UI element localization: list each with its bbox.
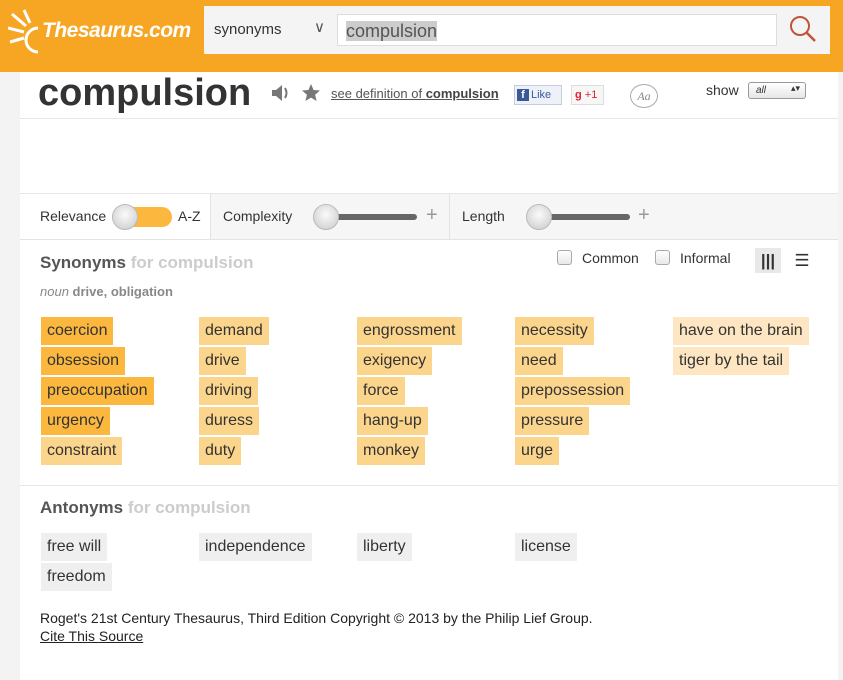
synonym-chip[interactable]: driving bbox=[199, 377, 259, 405]
copyright: Roget's 21st Century Thesaurus, Third Ed… bbox=[40, 610, 593, 626]
google-icon: g bbox=[575, 89, 582, 101]
synonym-chip[interactable]: duty bbox=[199, 437, 242, 465]
synonym-chip[interactable]: urgency bbox=[41, 407, 110, 435]
synonym-chip[interactable]: force bbox=[357, 377, 405, 405]
antonym-chip[interactable]: freedom bbox=[41, 563, 112, 591]
page-title: compulsion bbox=[38, 72, 252, 114]
synonym-chip[interactable]: duress bbox=[199, 407, 260, 435]
search-input[interactable]: compulsion bbox=[337, 14, 777, 46]
main-content: compulsion see definition of compulsion … bbox=[20, 72, 838, 680]
antonym-chip[interactable]: liberty bbox=[357, 533, 412, 561]
column-view-icon[interactable]: ||| bbox=[755, 248, 781, 273]
complexity-slider-handle[interactable] bbox=[313, 204, 339, 230]
search-icon[interactable] bbox=[788, 14, 818, 44]
logo[interactable]: Thesaurus.com bbox=[7, 8, 191, 56]
list-view-icon[interactable]: ☰ bbox=[790, 248, 814, 273]
synonyms-heading: Synonyms for compulsion bbox=[40, 253, 254, 272]
header: Thesaurus.com synonyms ∨ compulsion bbox=[0, 0, 843, 72]
search-bar: synonyms ∨ compulsion bbox=[204, 6, 830, 54]
synonym-chip[interactable]: demand bbox=[199, 317, 269, 345]
ad-area bbox=[20, 118, 838, 194]
logo-text: Thesaurus.com bbox=[42, 19, 191, 42]
chevron-down-icon[interactable]: ∨ bbox=[314, 18, 325, 36]
complexity-label: Complexity bbox=[223, 208, 293, 224]
informal-label: Informal bbox=[680, 250, 731, 266]
synonym-chip[interactable]: engrossment bbox=[357, 317, 462, 345]
plus-icon[interactable]: + bbox=[426, 204, 438, 227]
synonym-chip[interactable]: necessity bbox=[515, 317, 594, 345]
synonym-chip[interactable]: monkey bbox=[357, 437, 426, 465]
synonym-chip[interactable]: have on the brain bbox=[673, 317, 809, 345]
informal-checkbox[interactable] bbox=[655, 250, 670, 265]
length-slider-handle[interactable] bbox=[526, 204, 552, 230]
toggle-knob[interactable] bbox=[112, 204, 138, 230]
synonym-chip[interactable]: obsession bbox=[41, 347, 126, 375]
search-type-select[interactable]: synonyms bbox=[214, 21, 282, 38]
common-label: Common bbox=[582, 250, 639, 266]
sun-rays-icon bbox=[7, 9, 39, 54]
synonym-chip[interactable]: constraint bbox=[41, 437, 123, 465]
synonym-chip[interactable]: hang-up bbox=[357, 407, 428, 435]
show-label: show bbox=[706, 82, 739, 98]
font-size-button[interactable]: Aa bbox=[630, 84, 658, 108]
relevance-label: Relevance bbox=[40, 208, 107, 224]
facebook-like-button[interactable]: f Like bbox=[514, 85, 562, 105]
synonym-chip[interactable]: urge bbox=[515, 437, 560, 465]
google-plus-button[interactable]: g +1 bbox=[571, 85, 604, 105]
common-checkbox[interactable] bbox=[557, 250, 572, 265]
synonym-chip[interactable]: pressure bbox=[515, 407, 590, 435]
filter-bar: Relevance A-Z Complexity + Length + bbox=[20, 194, 838, 240]
az-label: A-Z bbox=[178, 208, 201, 224]
antonyms-heading: Antonyms for compulsion bbox=[40, 498, 251, 517]
length-cell: Length + bbox=[450, 194, 838, 239]
synonym-chip[interactable]: prepossession bbox=[515, 377, 631, 405]
definition-link[interactable]: see definition of compulsion bbox=[331, 86, 499, 101]
star-icon[interactable] bbox=[301, 83, 321, 103]
speaker-icon[interactable] bbox=[270, 83, 292, 103]
antonym-chip[interactable]: free will bbox=[41, 533, 108, 561]
plus-icon[interactable]: + bbox=[638, 204, 650, 227]
synonym-chip[interactable]: preoccupation bbox=[41, 377, 154, 405]
complexity-cell: Complexity + bbox=[211, 194, 450, 239]
length-label: Length bbox=[462, 208, 505, 224]
search-input-value: compulsion bbox=[346, 21, 438, 41]
synonym-chip[interactable]: tiger by the tail bbox=[673, 347, 790, 375]
show-select[interactable]: all ▴▾ bbox=[748, 82, 806, 99]
part-of-speech[interactable]: noun drive, obligation bbox=[40, 284, 173, 299]
synonym-chip[interactable]: drive bbox=[199, 347, 246, 375]
synonym-chip[interactable]: exigency bbox=[357, 347, 433, 375]
cite-link[interactable]: Cite This Source bbox=[40, 628, 143, 644]
antonym-chip[interactable]: independence bbox=[199, 533, 312, 561]
synonym-chip[interactable]: coercion bbox=[41, 317, 114, 345]
antonym-chip[interactable]: license bbox=[515, 533, 577, 561]
updown-icon: ▴▾ bbox=[790, 83, 800, 93]
facebook-icon: f bbox=[517, 89, 529, 101]
relevance-toggle-cell: Relevance A-Z bbox=[20, 194, 211, 239]
divider bbox=[20, 485, 838, 486]
synonym-chip[interactable]: need bbox=[515, 347, 563, 375]
